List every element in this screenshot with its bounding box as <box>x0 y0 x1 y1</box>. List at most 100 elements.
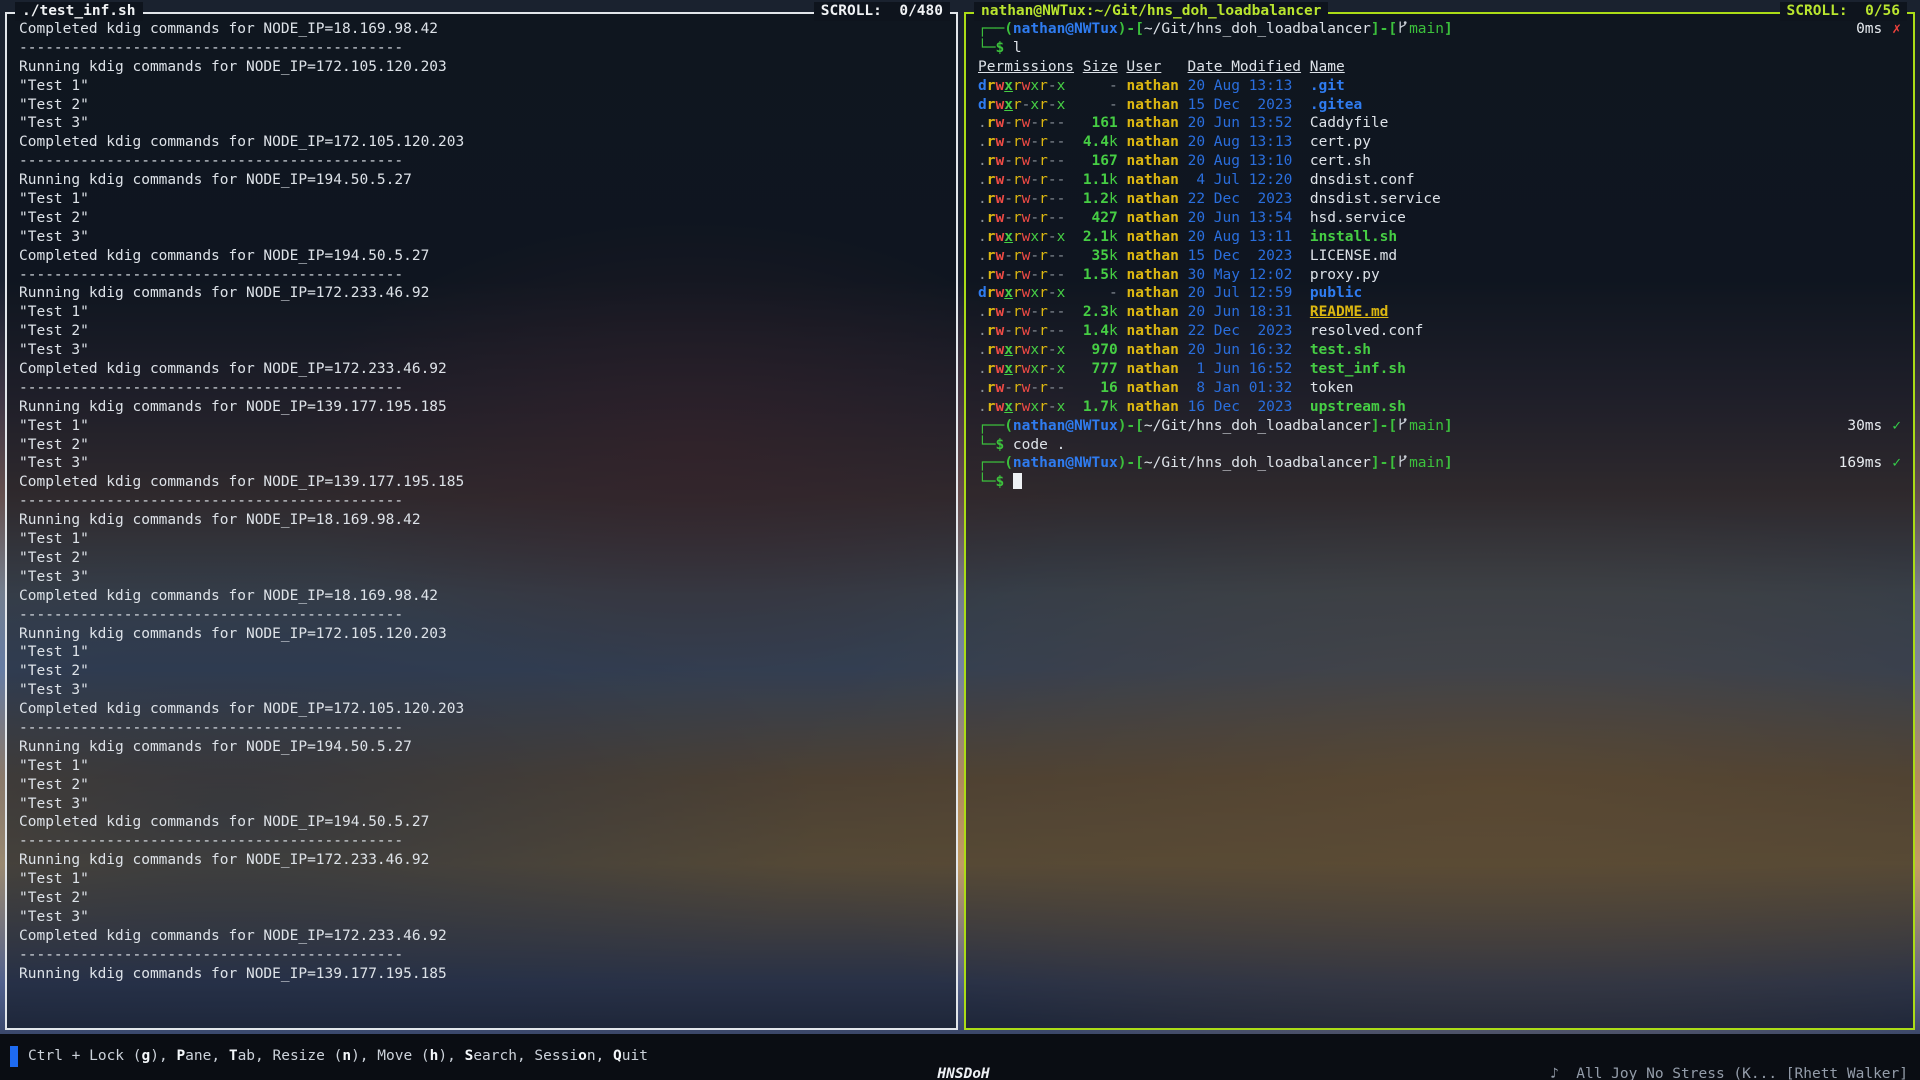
terminal-line: "Test 2" <box>19 889 944 908</box>
file-name: upstream.sh <box>1310 399 1406 415</box>
terminal-line: Completed kdig commands for NODE_IP=194.… <box>19 247 944 266</box>
terminal-line: "Test 3" <box>19 454 944 473</box>
file-name: public <box>1310 285 1362 301</box>
success-check-icon: ✓ <box>1892 454 1901 473</box>
listing-header: Permissions Size User Date Modified Name <box>978 58 1901 77</box>
terminal-line: ----------------------------------------… <box>19 492 944 511</box>
prompt-line: ┌──(nathan@NWTux)-[~/Git/hns_doh_loadbal… <box>978 20 1901 39</box>
pane-shell[interactable]: nathan@NWTux:~/Git/hns_doh_loadbalancer … <box>964 12 1915 1030</box>
file-name: install.sh <box>1310 229 1397 245</box>
listing-row: .rw-rw-r-- 1.2k nathan 22 Dec 2023 dnsdi… <box>978 190 1901 209</box>
terminal-line: "Test 1" <box>19 757 944 776</box>
file-name: proxy.py <box>1310 267 1380 283</box>
keybinding-hints: Ctrl + Lock (g), Pane, Tab, Resize (n), … <box>10 1046 648 1067</box>
listing-row: .rw-rw-r-- 161 nathan 20 Jun 13:52 Caddy… <box>978 114 1901 133</box>
listing-row: .rw-rw-r-- 16 nathan 8 Jan 01:32 token <box>978 379 1901 398</box>
listing-row: drwxrwxr-x - nathan 20 Jul 12:59 public <box>978 284 1901 303</box>
hints-text: Ctrl + Lock (g), Pane, Tab, Resize (n), … <box>28 1047 648 1066</box>
terminal-line: "Test 1" <box>19 870 944 889</box>
terminal-line: Completed kdig commands for NODE_IP=194.… <box>19 813 944 832</box>
listing-row: drwxr-xr-x - nathan 15 Dec 2023 .gitea <box>978 96 1901 115</box>
mode-indicator <box>10 1046 18 1067</box>
terminal-line: ----------------------------------------… <box>19 266 944 285</box>
terminal-line: "Test 1" <box>19 530 944 549</box>
listing-row: .rw-rw-r-- 167 nathan 20 Aug 13:10 cert.… <box>978 152 1901 171</box>
command-line: └─$ <box>978 473 1901 492</box>
terminal-line: ----------------------------------------… <box>19 152 944 171</box>
listing-row: .rw-rw-r-- 2.3k nathan 20 Jun 18:31 READ… <box>978 303 1901 322</box>
desktop: ./test_inf.sh SCROLL: 0/480 Completed kd… <box>0 0 1920 1080</box>
listing-row: .rwxrwxr-x 970 nathan 20 Jun 16:32 test.… <box>978 341 1901 360</box>
file-name: README.md <box>1310 304 1389 320</box>
file-name: token <box>1310 380 1354 396</box>
terminal-line: Running kdig commands for NODE_IP=139.17… <box>19 965 944 984</box>
tab-bar: HNSDoH HSD VM <box>885 1046 1018 1080</box>
listing-row: .rw-rw-r-- 1.5k nathan 30 May 12:02 prox… <box>978 266 1901 285</box>
command-duration: 30ms <box>1847 417 1882 436</box>
listing-row: .rw-rw-r-- 4.4k nathan 20 Aug 13:13 cert… <box>978 133 1901 152</box>
terminal-line: Running kdig commands for NODE_IP=172.10… <box>19 58 944 77</box>
terminal-line: ----------------------------------------… <box>19 606 944 625</box>
listing-row: .rw-rw-r-- 1.1k nathan 4 Jul 12:20 dnsdi… <box>978 171 1901 190</box>
command-line: └─$ l <box>978 39 1901 58</box>
terminal-line: Completed kdig commands for NODE_IP=172.… <box>19 133 944 152</box>
listing-row: .rwxrwxr-x 2.1k nathan 20 Aug 13:11 inst… <box>978 228 1901 247</box>
terminal-line: "Test 2" <box>19 96 944 115</box>
error-cross-icon: ✗ <box>1892 20 1901 39</box>
command-duration: 0ms <box>1856 20 1882 39</box>
file-name: test_inf.sh <box>1310 361 1406 377</box>
file-name: hsd.service <box>1310 210 1406 226</box>
terminal-line: Running kdig commands for NODE_IP=194.50… <box>19 171 944 190</box>
terminal-line: "Test 1" <box>19 643 944 662</box>
left-pane-content[interactable]: Completed kdig commands for NODE_IP=18.1… <box>7 14 956 1028</box>
file-name: dnsdist.conf <box>1310 172 1415 188</box>
terminal-line: "Test 3" <box>19 114 944 133</box>
terminal-line: "Test 2" <box>19 549 944 568</box>
terminal-line: "Test 3" <box>19 681 944 700</box>
terminal-line: "Test 3" <box>19 568 944 587</box>
terminal-line: "Test 1" <box>19 77 944 96</box>
status-bar: Ctrl + Lock (g), Pane, Tab, Resize (n), … <box>0 1034 1920 1080</box>
terminal-line: Running kdig commands for NODE_IP=172.10… <box>19 625 944 644</box>
file-name: resolved.conf <box>1310 323 1424 339</box>
terminal-line: "Test 3" <box>19 908 944 927</box>
terminal-line: "Test 3" <box>19 341 944 360</box>
now-playing: ♪ All Joy No Stress (K... [Rhett Walker] <box>1550 1066 1908 1080</box>
status-right: ♪ All Joy No Stress (K... [Rhett Walker]… <box>1498 1046 1908 1080</box>
right-pane-content[interactable]: ┌──(nathan@NWTux)-[~/Git/hns_doh_loadbal… <box>966 14 1913 1028</box>
prompt-line: ┌──(nathan@NWTux)-[~/Git/hns_doh_loadbal… <box>978 417 1901 436</box>
git-branch-icon <box>1397 20 1408 39</box>
listing-row: drwxrwxr-x - nathan 20 Aug 13:13 .git <box>978 77 1901 96</box>
terminal-line: Completed kdig commands for NODE_IP=139.… <box>19 473 944 492</box>
terminal-line: Running kdig commands for NODE_IP=172.23… <box>19 284 944 303</box>
prompt-line: ┌──(nathan@NWTux)-[~/Git/hns_doh_loadbal… <box>978 454 1901 473</box>
terminal-line: "Test 2" <box>19 209 944 228</box>
terminal-line: "Test 2" <box>19 436 944 455</box>
file-name: dnsdist.service <box>1310 191 1441 207</box>
git-branch-icon <box>1397 454 1408 473</box>
listing-row: .rwxrwxr-x 1.7k nathan 16 Dec 2023 upstr… <box>978 398 1901 417</box>
pane-test-inf[interactable]: ./test_inf.sh SCROLL: 0/480 Completed kd… <box>5 12 958 1030</box>
terminal-line: Completed kdig commands for NODE_IP=172.… <box>19 700 944 719</box>
listing-row: .rw-rw-r-- 35k nathan 15 Dec 2023 LICENS… <box>978 247 1901 266</box>
file-name: test.sh <box>1310 342 1371 358</box>
success-check-icon: ✓ <box>1892 417 1901 436</box>
terminal-line: "Test 1" <box>19 303 944 322</box>
tab-hnsdoh[interactable]: HNSDoH <box>937 1066 989 1080</box>
command-line: └─$ code . <box>978 436 1901 455</box>
file-name: cert.sh <box>1310 153 1371 169</box>
terminal-line: "Test 3" <box>19 795 944 814</box>
file-name: .gitea <box>1310 97 1362 113</box>
file-name: Caddyfile <box>1310 115 1389 131</box>
file-name: cert.py <box>1310 134 1371 150</box>
listing-row: .rw-rw-r-- 427 nathan 20 Jun 13:54 hsd.s… <box>978 209 1901 228</box>
terminal-line: ----------------------------------------… <box>19 379 944 398</box>
listing-row: .rwxrwxr-x 777 nathan 1 Jun 16:52 test_i… <box>978 360 1901 379</box>
terminal-line: Completed kdig commands for NODE_IP=18.1… <box>19 20 944 39</box>
text-cursor <box>1013 473 1022 489</box>
terminal-line: "Test 2" <box>19 322 944 341</box>
terminal-line: ----------------------------------------… <box>19 39 944 58</box>
git-branch-icon <box>1397 417 1408 436</box>
terminal-line: Running kdig commands for NODE_IP=172.23… <box>19 851 944 870</box>
file-name: .git <box>1310 78 1345 94</box>
